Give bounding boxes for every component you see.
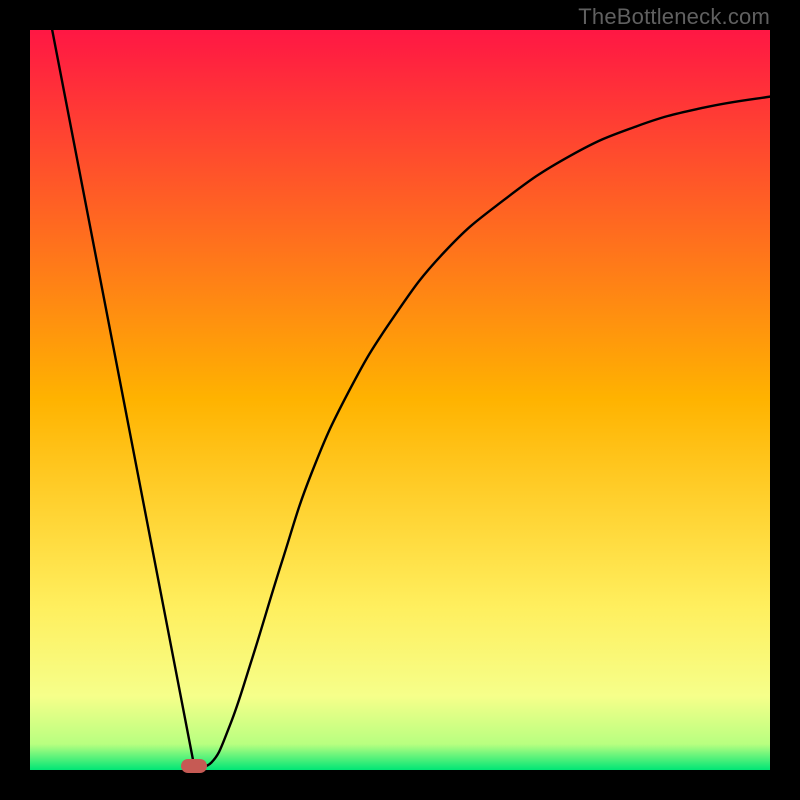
gradient-background [30, 30, 770, 770]
chart-plot [30, 30, 770, 770]
chart-frame [30, 30, 770, 770]
watermark-text: TheBottleneck.com [578, 4, 770, 30]
optimal-point-marker [181, 759, 207, 773]
